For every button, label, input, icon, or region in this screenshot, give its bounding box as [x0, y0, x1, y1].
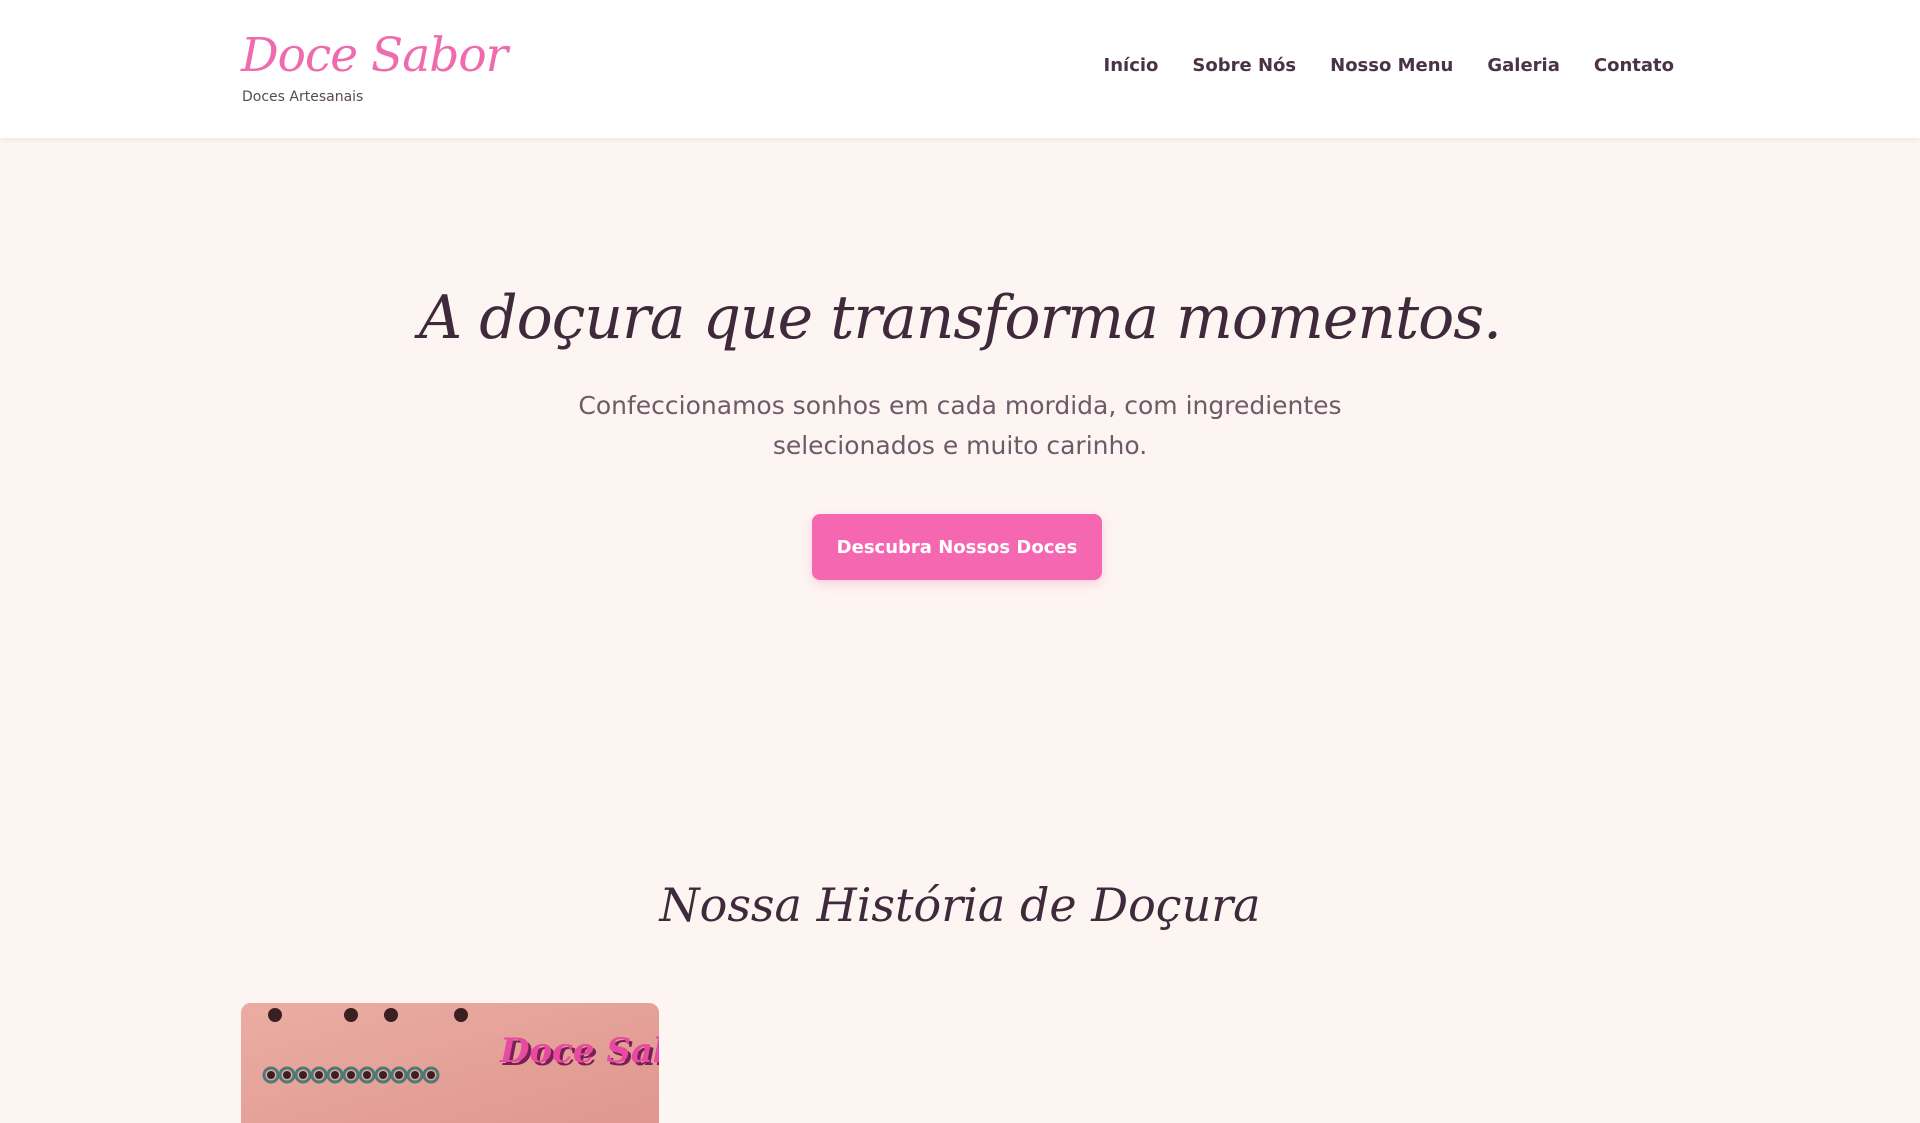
bakery-sign-illustration: Doce Sabor Doce Sabor	[241, 1003, 659, 1123]
main-nav: Início Sobre Nós Nosso Menu Galeria Cont…	[1104, 52, 1674, 80]
hero-title: A doçura que transforma momentos.	[418, 283, 1502, 353]
hero-section: A doçura que transforma momentos. Confec…	[0, 138, 1920, 778]
hero-subtitle: Confeccionamos sonhos em cada mordida, c…	[578, 391, 1342, 460]
brand-name: Doce Sabor	[241, 28, 508, 83]
nav-link-contato[interactable]: Contato	[1594, 52, 1674, 80]
nav-link-nosso-menu[interactable]: Nosso Menu	[1330, 52, 1453, 80]
discover-sweets-button[interactable]: Descubra Nossos Doces	[812, 514, 1102, 580]
brand-tagline: Doces Artesanais	[242, 89, 364, 105]
history-image: Doce Sabor Doce Sabor	[241, 1003, 659, 1123]
nav-link-inicio[interactable]: Início	[1104, 52, 1159, 80]
svg-text:Doce Sabor: Doce Sabor	[499, 1031, 659, 1071]
brand-logo-link[interactable]: Doce Sabor Doces Artesanais	[241, 26, 508, 106]
nav-link-galeria[interactable]: Galeria	[1487, 52, 1560, 80]
history-section-title: Nossa História de Doçura	[659, 878, 1261, 932]
nav-link-sobre-nos[interactable]: Sobre Nós	[1192, 52, 1296, 80]
site-header: Doce Sabor Doces Artesanais Início Sobre…	[0, 0, 1920, 138]
